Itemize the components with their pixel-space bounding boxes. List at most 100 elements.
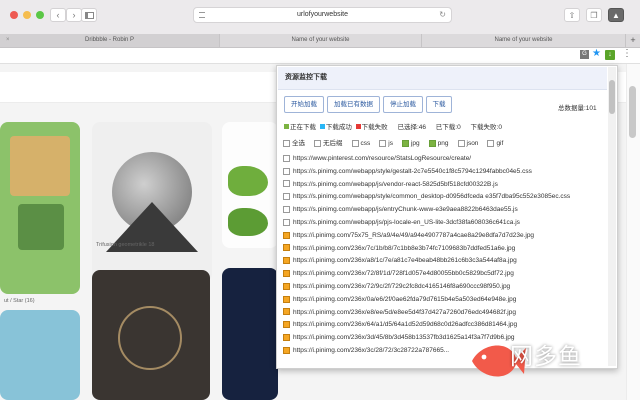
resource-checkbox[interactable] — [283, 244, 290, 252]
pin-card[interactable] — [92, 122, 212, 282]
minimize-window-button[interactable] — [23, 11, 31, 19]
resource-checkbox[interactable] — [283, 282, 290, 290]
pin-caption: Trifusion geometrikle 18 — [96, 242, 155, 248]
menu-icon[interactable]: ⋮ — [622, 48, 632, 59]
resource-row[interactable]: https://s.pinimg.com/webapp/style/gestal… — [283, 166, 601, 179]
close-window-button[interactable] — [10, 11, 18, 19]
pin-card[interactable] — [222, 122, 278, 248]
resource-row[interactable]: https://www.pinterest.com/resource/Stats… — [283, 153, 601, 166]
resource-checkbox[interactable] — [283, 269, 290, 277]
legend-success: 下载成功 — [319, 121, 352, 131]
filter-7[interactable]: gif — [487, 139, 503, 147]
resource-row[interactable]: https://i.pinimg.com/236x/e8/ee/5d/e8ee5… — [283, 307, 601, 320]
filter-5[interactable]: png — [428, 139, 449, 147]
tab-dribbble[interactable]: × Dribbble - Robin P — [0, 34, 220, 47]
filter-checkbox[interactable] — [487, 139, 495, 147]
sidebar-toggle-button[interactable] — [81, 8, 97, 22]
filter-0[interactable]: 全选 — [283, 139, 305, 147]
resource-checkbox[interactable] — [283, 321, 290, 329]
stop-loading-button[interactable]: 停止加载 — [383, 96, 423, 113]
resource-checkbox[interactable] — [283, 308, 290, 316]
filter-checkbox[interactable] — [379, 139, 387, 147]
sidebar-icon — [84, 11, 94, 19]
resource-checkbox[interactable] — [283, 205, 290, 213]
filter-3[interactable]: js — [379, 139, 393, 147]
resource-row[interactable]: https://i.pinimg.com/236x/a8/1c/7e/a81c7… — [283, 255, 601, 268]
page-scroll-thumb[interactable] — [629, 86, 636, 138]
filter-row: 全选 无后缀 css js jpg png json gif — [283, 137, 512, 147]
pin-image-dragon — [228, 166, 268, 196]
resource-checkbox[interactable] — [283, 333, 290, 341]
resource-url: https://i.pinimg.com/236x/a8/1c/7e/a81c7… — [293, 257, 517, 265]
filter-1[interactable]: 无后缀 — [314, 139, 343, 147]
pin-caption: ut / Star (16) — [4, 298, 35, 304]
pin-card[interactable] — [0, 122, 80, 294]
bookmark-star-icon[interactable]: ★ — [592, 48, 601, 59]
tab-website-1[interactable]: Name of your website — [220, 34, 422, 47]
reload-icon[interactable]: ↻ — [439, 8, 446, 22]
resource-checkbox[interactable] — [283, 218, 290, 226]
forward-button[interactable]: › — [66, 8, 82, 22]
resource-row[interactable]: https://s.pinimg.com/webapp/js/vendor-re… — [283, 179, 601, 192]
filter-checkbox[interactable] — [457, 139, 465, 147]
resource-url: https://i.pinimg.com/236x/72/8f/1d/728f1… — [293, 270, 514, 278]
start-loading-button[interactable]: 开始加载 — [284, 96, 324, 113]
filter-checkbox[interactable] — [351, 139, 359, 147]
filter-6[interactable]: json — [457, 139, 478, 147]
resource-row[interactable]: https://i.pinimg.com/236x/72/8f/1d/728f1… — [283, 268, 601, 281]
resource-row[interactable]: https://s.pinimg.com/webapp/js/pjs-local… — [283, 217, 601, 230]
legend-downloading: 正在下载 — [284, 121, 316, 131]
download-button[interactable]: 下载 — [426, 96, 452, 113]
filter-2[interactable]: css — [351, 139, 370, 147]
tab-website-2[interactable]: Name of your website — [422, 34, 626, 47]
resource-url: https://i.pinimg.com/236x/64/a1/d5/64a1d… — [293, 321, 518, 329]
resource-url: https://www.pinterest.com/resource/Stats… — [293, 155, 472, 162]
extension-button[interactable]: ▲ — [608, 8, 624, 22]
back-button[interactable]: ‹ — [50, 8, 66, 22]
tab-overview-button[interactable]: ❐ — [586, 8, 602, 22]
resource-checkbox[interactable] — [283, 231, 290, 239]
filter-checkbox[interactable] — [401, 139, 409, 147]
pin-card[interactable] — [222, 268, 278, 400]
load-existing-button[interactable]: 加载已有数据 — [327, 96, 380, 113]
resource-row[interactable]: https://i.pinimg.com/236x/64/a1/d5/64a1d… — [283, 319, 601, 332]
resource-url: https://s.pinimg.com/webapp/style/common… — [293, 193, 571, 201]
resource-url: https://i.pinimg.com/236x/0a/e6/2f/0ae62… — [293, 295, 517, 303]
resource-row[interactable]: https://s.pinimg.com/webapp/js/entryChun… — [283, 204, 601, 217]
resource-checkbox[interactable] — [283, 346, 290, 354]
resource-url: https://s.pinimg.com/webapp/js/vendor-re… — [293, 180, 498, 188]
popup-scroll-thumb[interactable] — [609, 80, 615, 114]
filter-checkbox[interactable] — [428, 139, 436, 147]
resource-checkbox[interactable] — [283, 154, 290, 162]
resource-row[interactable]: https://i.pinimg.com/236x/72/9c/2f/729c2… — [283, 281, 601, 294]
resource-checkbox[interactable] — [283, 193, 290, 201]
pin-card[interactable] — [0, 310, 80, 400]
resource-url: https://i.pinimg.com/75x75_RS/a9/4e/49/a… — [293, 231, 535, 239]
tab-close-icon[interactable]: × — [6, 34, 10, 47]
url-text: urlofyourwebsite — [297, 11, 348, 18]
zoom-window-button[interactable] — [36, 11, 44, 19]
resource-row[interactable]: https://i.pinimg.com/75x75_RS/a9/4e/49/a… — [283, 230, 601, 243]
resource-row[interactable]: https://i.pinimg.com/236x/0a/e6/2f/0ae62… — [283, 294, 601, 307]
filter-label: jpg — [410, 140, 420, 147]
translate-icon[interactable]: G — [580, 50, 589, 59]
download-extension-icon[interactable]: ↓ — [605, 50, 615, 60]
page-icon — [199, 12, 205, 18]
resource-checkbox[interactable] — [283, 167, 290, 175]
resource-url: https://i.pinimg.com/236x/3c/28/72/3c287… — [293, 346, 450, 354]
resource-url: https://i.pinimg.com/236x/7c/1b/b8/7c1bb… — [293, 244, 516, 252]
resource-checkbox[interactable] — [283, 295, 290, 303]
resource-row[interactable]: https://i.pinimg.com/236x/7c/1b/b8/7c1bb… — [283, 243, 601, 256]
resource-row[interactable]: https://s.pinimg.com/webapp/style/common… — [283, 191, 601, 204]
resource-checkbox[interactable] — [283, 257, 290, 265]
filter-4[interactable]: jpg — [401, 139, 420, 147]
popup-title: 资源监控下载 — [278, 67, 607, 90]
filter-checkbox[interactable] — [283, 139, 290, 147]
resource-url: https://s.pinimg.com/webapp/style/gestal… — [293, 167, 532, 175]
resource-checkbox[interactable] — [283, 180, 290, 188]
address-bar[interactable]: urlofyourwebsite ↻ — [193, 7, 452, 23]
new-tab-button[interactable]: + — [626, 34, 640, 47]
pin-card[interactable] — [92, 270, 210, 400]
filter-checkbox[interactable] — [314, 139, 321, 147]
share-button[interactable]: ⇧ — [564, 8, 580, 22]
